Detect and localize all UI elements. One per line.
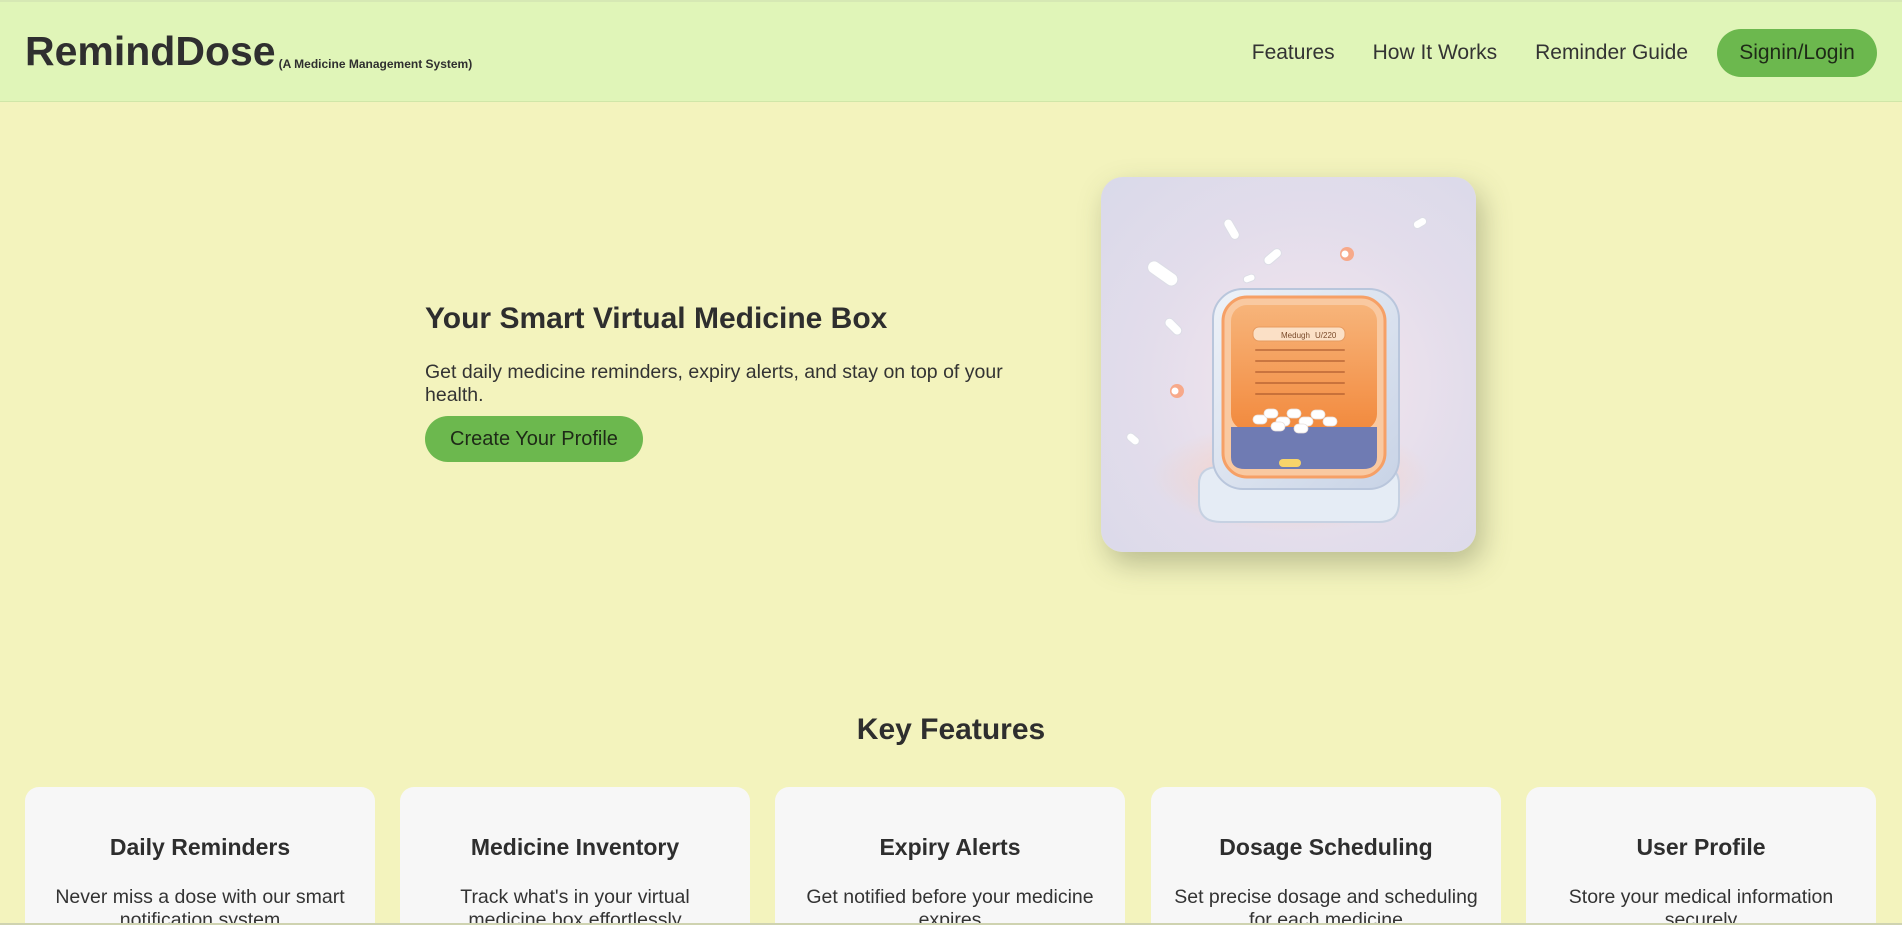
feature-card-title: User Profile — [1636, 834, 1766, 860]
feature-card-user-profile: User Profile Store your medical informat… — [1526, 787, 1876, 925]
feature-card-desc: Never miss a dose with our smart notific… — [55, 886, 345, 925]
feature-card-title: Dosage Scheduling — [1219, 834, 1433, 860]
feature-card-dosage-scheduling: Dosage Scheduling Set precise dosage and… — [1151, 787, 1501, 925]
hero-subtitle: Get daily medicine reminders, expiry ale… — [425, 361, 1003, 406]
site-header: RemindDose (A Medicine Management System… — [0, 0, 1902, 102]
main-nav: Features How It Works Reminder Guide Sig… — [1252, 29, 1877, 77]
feature-card-daily-reminders: Daily Reminders Never miss a dose with o… — [25, 787, 375, 925]
nav-features[interactable]: Features — [1252, 41, 1335, 65]
medicine-box-illustration: Medugh U/220 — [1126, 217, 1431, 532]
brand[interactable]: RemindDose (A Medicine Management System… — [25, 28, 472, 74]
features-section-title: Key Features — [856, 713, 1046, 746]
nav-how-it-works[interactable]: How It Works — [1373, 41, 1497, 65]
box-label-text: Medugh — [1281, 331, 1310, 340]
brand-tagline: (A Medicine Management System) — [278, 57, 473, 71]
box-label-code: U/220 — [1315, 331, 1337, 340]
feature-card-desc: Set precise dosage and scheduling for ea… — [1174, 886, 1478, 925]
nav-reminder-guide[interactable]: Reminder Guide — [1535, 41, 1688, 65]
feature-card-desc: Track what's in your virtual medicine bo… — [460, 886, 690, 925]
create-profile-button[interactable]: Create Your Profile — [425, 416, 643, 462]
hero-medicine-box-image: Medugh U/220 — [1101, 177, 1476, 552]
brand-name[interactable]: RemindDose — [25, 28, 276, 74]
feature-card-title: Expiry Alerts — [879, 834, 1021, 860]
feature-card-title: Medicine Inventory — [470, 834, 680, 860]
feature-card-desc: Store your medical information securely — [1568, 886, 1834, 925]
feature-card-medicine-inventory: Medicine Inventory Track what's in your … — [400, 787, 750, 925]
feature-card-title: Daily Reminders — [109, 834, 291, 860]
hero-title: Your Smart Virtual Medicine Box — [425, 302, 888, 335]
feature-card-desc: Get notified before your medicine expire… — [806, 886, 1094, 925]
signin-login-button[interactable]: Signin/Login — [1717, 29, 1877, 77]
feature-card-expiry-alerts: Expiry Alerts Get notified before your m… — [775, 787, 1125, 925]
